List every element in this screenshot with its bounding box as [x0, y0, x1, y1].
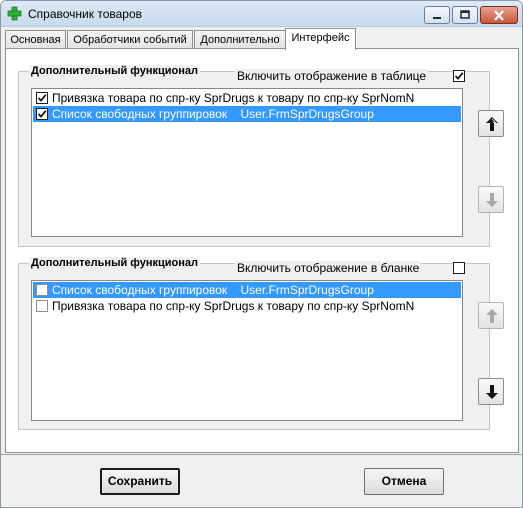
form-display-group: Дополнительный функционал Включить отобр…	[18, 257, 504, 430]
table-functions-list[interactable]: Привязка товара по спр-ку SprDrugs к тов…	[31, 88, 463, 237]
tab-label: Интерфейс	[291, 32, 350, 44]
close-button[interactable]	[480, 6, 518, 24]
group-title: Дополнительный функционал	[29, 257, 201, 269]
window-title: Справочник товаров	[28, 7, 142, 21]
form-functions-list[interactable]: Список свободных группировок User.FrmSpr…	[31, 280, 463, 421]
arrow-down-icon	[486, 385, 498, 399]
tab-event-handlers[interactable]: Обработчики событий	[67, 30, 193, 49]
group-title: Дополнительный функционал	[29, 65, 201, 77]
save-button[interactable]: Сохранить	[100, 468, 180, 495]
arrow-down-icon	[486, 193, 498, 207]
tab-interface[interactable]: Интерфейс	[285, 28, 356, 50]
item-label: Список свободных группировок User.FrmSpr…	[52, 107, 374, 121]
maximize-icon	[453, 7, 477, 23]
cancel-button[interactable]: Отмена	[364, 468, 444, 495]
green-plus-icon	[7, 6, 22, 21]
item-checkbox[interactable]	[36, 284, 48, 296]
item-label: Список свободных группировок User.FrmSpr…	[52, 283, 374, 297]
form-move-down-button[interactable]	[478, 378, 504, 405]
item-checkbox[interactable]	[36, 300, 48, 312]
table-move-up-button[interactable]	[478, 110, 504, 137]
maximize-button[interactable]	[452, 6, 478, 24]
table-display-checkbox[interactable]	[453, 70, 465, 82]
tab-additional[interactable]: Дополнительно	[194, 30, 286, 49]
tab-label: Основная	[10, 34, 61, 46]
table-display-group: Дополнительный функционал Включить отобр…	[18, 65, 504, 247]
checkmark-icon	[454, 72, 464, 80]
minimize-button[interactable]	[424, 6, 450, 24]
list-item[interactable]: Привязка товара по спр-ку SprDrugs к тов…	[33, 298, 461, 314]
tab-panel-interface: Дополнительный функционал Включить отобр…	[5, 48, 519, 453]
form-display-checkbox[interactable]	[453, 262, 465, 274]
item-checkbox[interactable]	[36, 92, 48, 104]
minimize-icon	[425, 7, 449, 23]
arrow-up-icon	[486, 117, 498, 131]
tab-main[interactable]: Основная	[5, 30, 66, 49]
dialog-window: Справочник товаров Основная Обработчики …	[0, 0, 523, 508]
item-label: Привязка товара по спр-ку SprDrugs к тов…	[52, 299, 415, 313]
checkmark-icon	[37, 110, 47, 118]
footer-divider	[1, 454, 522, 455]
list-item[interactable]: Список свободных группировок User.FrmSpr…	[33, 282, 461, 298]
table-move-down-button[interactable]	[478, 186, 504, 213]
list-item[interactable]: Привязка товара по спр-ку SprDrugs к тов…	[33, 90, 461, 106]
title-bar[interactable]: Справочник товаров	[1, 1, 522, 27]
item-checkbox[interactable]	[36, 108, 48, 120]
close-icon	[481, 7, 517, 23]
tab-label: Обработчики событий	[73, 34, 187, 46]
form-display-toggle-label: Включить отображение в бланке	[235, 261, 422, 275]
item-label: Привязка товара по спр-ку SprDrugs к тов…	[52, 91, 415, 105]
form-move-up-button[interactable]	[478, 302, 504, 329]
list-item[interactable]: Список свободных группировок User.FrmSpr…	[33, 106, 461, 122]
checkmark-icon	[37, 94, 47, 102]
tab-label: Дополнительно	[200, 34, 280, 46]
arrow-up-icon	[486, 309, 498, 323]
table-display-toggle-label: Включить отображение в таблице	[235, 69, 429, 83]
